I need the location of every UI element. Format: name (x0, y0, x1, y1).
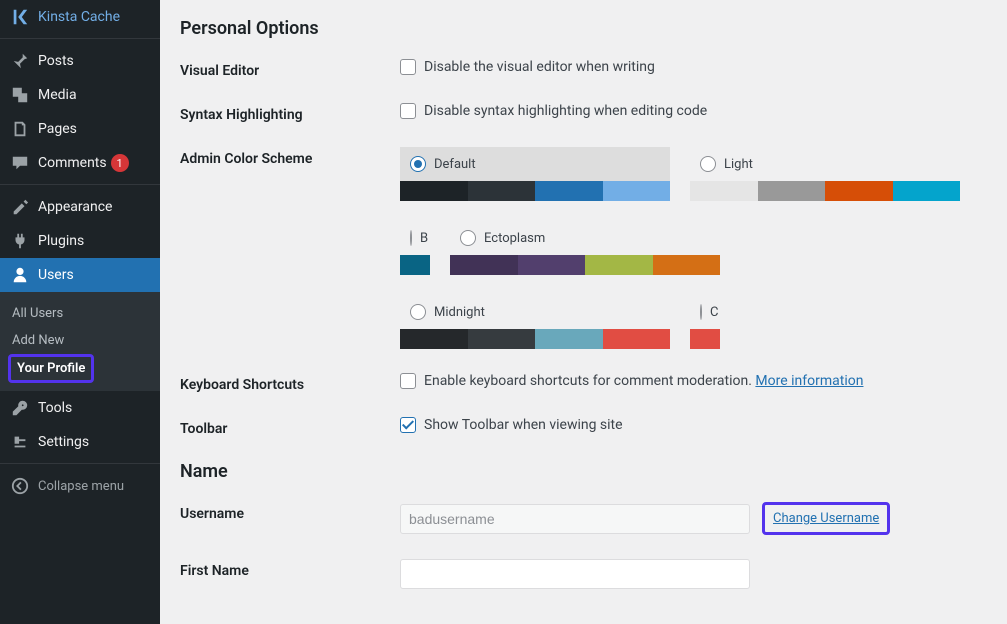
checkbox-visual-editor[interactable]: Disable the visual editor when writing (400, 59, 987, 75)
first-name-input[interactable] (400, 559, 750, 589)
scheme-radio-partial-2[interactable] (700, 304, 702, 320)
label-toolbar: Toolbar (180, 417, 400, 437)
sidebar-item-label: Collapse menu (38, 479, 124, 494)
appearance-icon (10, 197, 30, 217)
sidebar-collapse[interactable]: Collapse menu (0, 469, 160, 503)
admin-sidebar: Kinsta Cache Posts Media Pages Comments … (0, 0, 160, 624)
sidebar-item-label: Pages (38, 121, 77, 137)
settings-icon (10, 432, 30, 452)
users-icon (10, 265, 30, 285)
checkbox-syntax-highlighting[interactable]: Disable syntax highlighting when editing… (400, 103, 987, 119)
label-syntax-highlighting: Syntax Highlighting (180, 103, 400, 123)
scheme-swatches (690, 329, 720, 349)
sidebar-item-pages[interactable]: Pages (0, 112, 160, 146)
change-username-highlight: Change Username (762, 502, 890, 535)
kinsta-icon (10, 7, 30, 27)
scheme-swatches (450, 255, 720, 275)
scheme-partial-2[interactable]: C (690, 295, 720, 349)
submenu-item-your-profile[interactable]: Your Profile (11, 357, 91, 380)
keyboard-checkbox-input[interactable] (400, 373, 416, 389)
media-icon (10, 85, 30, 105)
users-submenu: All Users Add New Your Profile (0, 292, 160, 391)
sidebar-item-kinsta-cache[interactable]: Kinsta Cache (0, 0, 160, 34)
checkbox-label: Show Toolbar when viewing site (424, 417, 623, 433)
scheme-radio-partial-1[interactable] (410, 230, 412, 246)
scheme-name: Ectoplasm (484, 231, 545, 246)
scheme-name: Default (434, 157, 476, 172)
sidebar-item-posts[interactable]: Posts (0, 44, 160, 78)
section-personal-options: Personal Options (180, 18, 987, 39)
syntax-checkbox-input[interactable] (400, 103, 416, 119)
checkbox-toolbar[interactable]: Show Toolbar when viewing site (400, 417, 987, 433)
sidebar-item-label: Comments (38, 155, 107, 171)
sidebar-item-tools[interactable]: Tools (0, 391, 160, 425)
pages-icon (10, 119, 30, 139)
sidebar-item-label: Kinsta Cache (38, 9, 120, 25)
scheme-partial-1[interactable]: B (400, 221, 430, 275)
tools-icon (10, 398, 30, 418)
comments-count-badge: 1 (111, 154, 129, 172)
scheme-radio-light[interactable] (700, 156, 716, 172)
scheme-name: B (420, 231, 428, 246)
submenu-item-add-new[interactable]: Add New (0, 327, 160, 354)
separator (0, 180, 160, 185)
separator (0, 459, 160, 464)
collapse-icon (10, 476, 30, 496)
profile-main: Personal Options Visual Editor Disable t… (160, 0, 1007, 624)
scheme-ectoplasm[interactable]: Ectoplasm (450, 221, 720, 275)
label-first-name: First Name (180, 559, 400, 579)
sidebar-item-label: Appearance (38, 199, 112, 215)
sidebar-item-comments[interactable]: Comments 1 (0, 146, 160, 180)
pin-icon (10, 51, 30, 71)
scheme-swatches (400, 255, 430, 275)
sidebar-item-label: Plugins (38, 233, 84, 249)
sidebar-item-settings[interactable]: Settings (0, 425, 160, 459)
scheme-name: Light (724, 157, 753, 172)
scheme-name: C (710, 305, 718, 320)
sidebar-item-label: Settings (38, 434, 89, 450)
checkbox-label: Enable keyboard shortcuts for comment mo… (424, 373, 863, 389)
visual-editor-checkbox-input[interactable] (400, 59, 416, 75)
sidebar-item-plugins[interactable]: Plugins (0, 224, 160, 258)
scheme-midnight[interactable]: Midnight (400, 295, 670, 349)
sidebar-item-label: Posts (38, 53, 74, 69)
color-schemes: Default Light (400, 147, 987, 349)
scheme-radio-ectoplasm[interactable] (460, 230, 476, 246)
comments-icon (10, 153, 30, 173)
scheme-light[interactable]: Light (690, 147, 960, 201)
scheme-swatches (400, 329, 670, 349)
sidebar-item-users[interactable]: Users (0, 258, 160, 292)
label-admin-color-scheme: Admin Color Scheme (180, 147, 400, 167)
scheme-name: Midnight (434, 305, 485, 320)
toolbar-checkbox-input[interactable] (400, 417, 416, 433)
checkbox-label: Disable syntax highlighting when editing… (424, 103, 707, 119)
submenu-item-all-users[interactable]: All Users (0, 300, 160, 327)
sidebar-item-label: Users (38, 267, 74, 283)
username-input (400, 504, 750, 534)
scheme-radio-default[interactable] (410, 156, 426, 172)
plugins-icon (10, 231, 30, 251)
checkbox-keyboard-shortcuts[interactable]: Enable keyboard shortcuts for comment mo… (400, 373, 987, 389)
section-name: Name (180, 461, 987, 482)
scheme-swatches (400, 181, 670, 201)
label-username: Username (180, 502, 400, 522)
checkbox-label: Disable the visual editor when writing (424, 59, 655, 75)
sidebar-item-media[interactable]: Media (0, 78, 160, 112)
sidebar-item-appearance[interactable]: Appearance (0, 190, 160, 224)
sidebar-item-label: Media (38, 87, 77, 103)
change-username-link[interactable]: Change Username (773, 511, 879, 526)
scheme-radio-midnight[interactable] (410, 304, 426, 320)
scheme-default[interactable]: Default (400, 147, 670, 201)
label-keyboard-shortcuts: Keyboard Shortcuts (180, 373, 400, 393)
more-information-link[interactable]: More information (755, 373, 863, 389)
sidebar-item-label: Tools (38, 400, 72, 416)
separator (0, 34, 160, 39)
label-visual-editor: Visual Editor (180, 59, 400, 79)
scheme-swatches (690, 181, 960, 201)
